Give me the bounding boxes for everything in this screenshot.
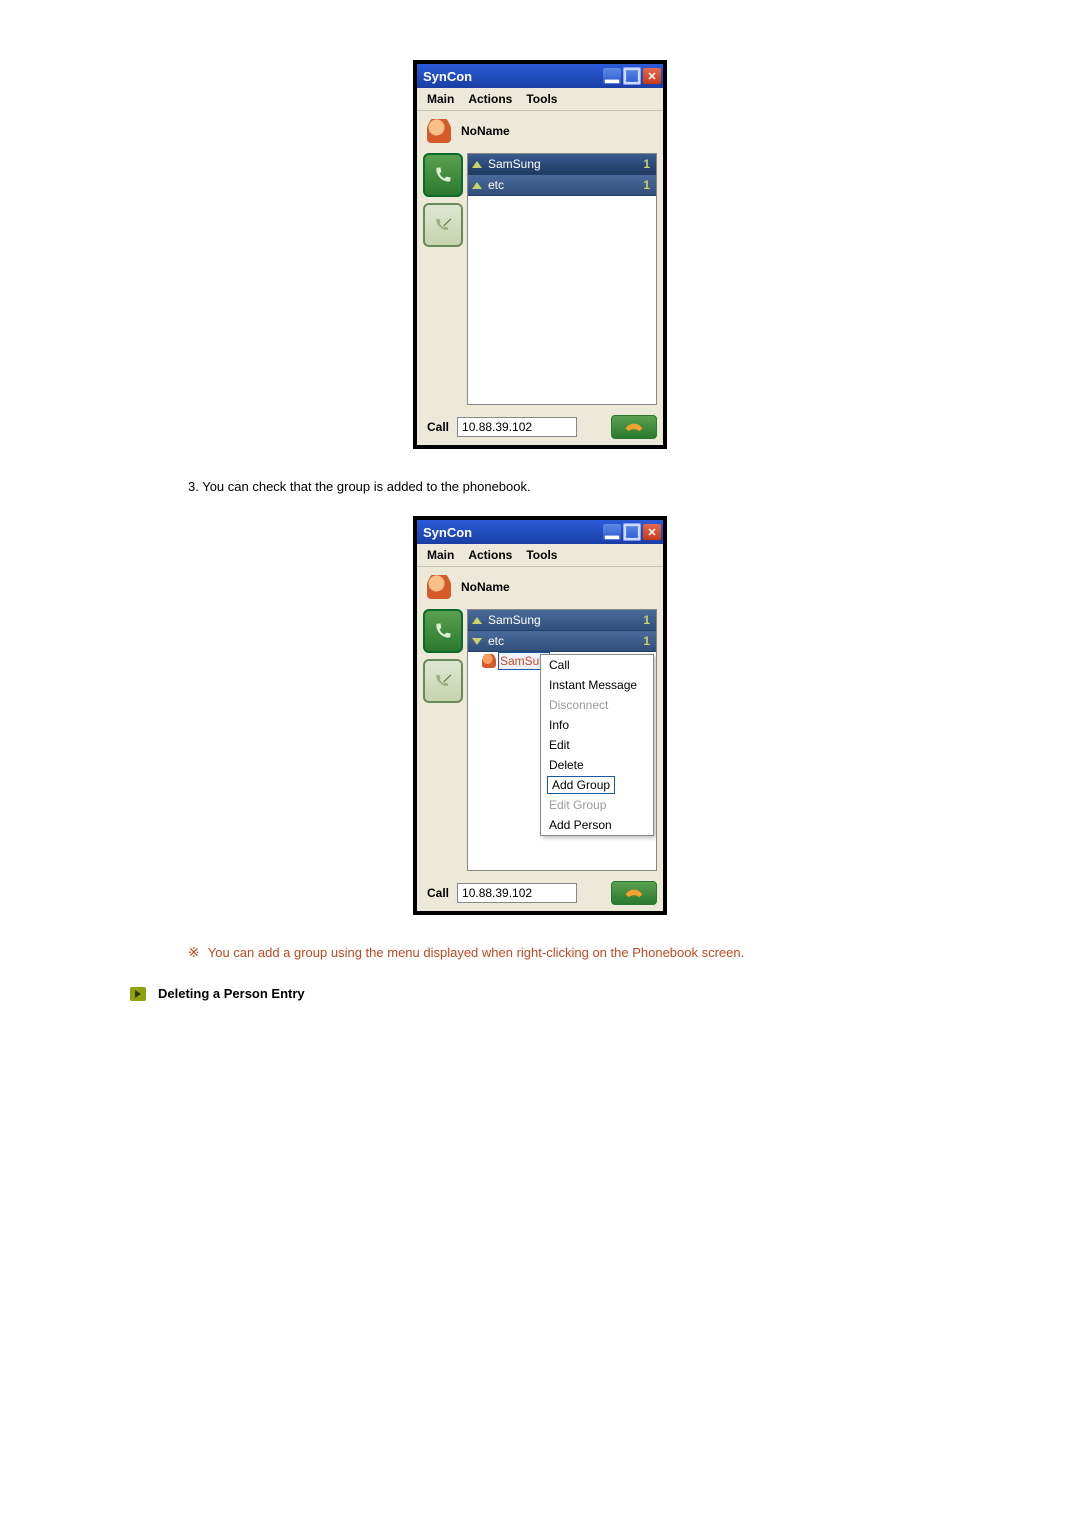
ctx-add-group[interactable]: Add Group xyxy=(547,776,615,794)
title-bar[interactable]: SynCon ✕ xyxy=(417,64,663,88)
chevron-up-icon xyxy=(472,182,482,189)
step-3-text: 3. You can check that the group is added… xyxy=(188,479,920,494)
menu-actions[interactable]: Actions xyxy=(468,92,512,106)
group-name: SamSung xyxy=(488,157,541,171)
handset-icon xyxy=(624,886,644,900)
group-row-etc[interactable]: etc 1 xyxy=(468,175,656,196)
chevron-up-icon xyxy=(472,161,482,168)
menu-actions[interactable]: Actions xyxy=(468,548,512,562)
menu-main[interactable]: Main xyxy=(427,92,454,106)
identity-row: NoName xyxy=(417,567,663,607)
menu-bar: Main Actions Tools xyxy=(417,88,663,111)
document-body-lower: ※ You can add a group using the menu dis… xyxy=(160,945,920,1001)
ctx-call[interactable]: Call xyxy=(541,655,653,675)
group-count: 1 xyxy=(643,178,650,192)
menu-bar: Main Actions Tools xyxy=(417,544,663,567)
menu-tools[interactable]: Tools xyxy=(526,548,557,562)
phone-pencil-icon xyxy=(433,671,453,691)
phonebook-panel[interactable]: SamSung 1 etc 1 xyxy=(467,153,657,405)
call-input[interactable] xyxy=(457,883,577,903)
syncon-window-1: SynCon ✕ Main Actions Tools NoName xyxy=(413,60,667,449)
ctx-delete[interactable]: Delete xyxy=(541,755,653,775)
chevron-up-icon xyxy=(472,617,482,624)
group-row-etc[interactable]: etc 1 xyxy=(468,631,656,652)
avatar-icon xyxy=(427,575,451,599)
ctx-edit[interactable]: Edit xyxy=(541,735,653,755)
tab-notes[interactable] xyxy=(423,659,463,703)
status-bar: Call xyxy=(417,411,663,445)
body-area: SamSung 1 etc 1 SamSung C xyxy=(417,607,663,877)
side-tabs xyxy=(423,607,463,877)
window-title: SynCon xyxy=(423,69,472,84)
group-count: 1 xyxy=(643,157,650,171)
note-text: You can add a group using the menu displ… xyxy=(208,945,745,960)
menu-tools[interactable]: Tools xyxy=(526,92,557,106)
call-label: Call xyxy=(427,420,449,434)
username-label: NoName xyxy=(461,580,510,594)
call-input[interactable] xyxy=(457,417,577,437)
minimize-button[interactable] xyxy=(603,524,621,540)
group-count: 1 xyxy=(643,634,650,648)
phone-icon xyxy=(433,165,453,185)
title-bar[interactable]: SynCon ✕ xyxy=(417,520,663,544)
window-controls: ✕ xyxy=(603,524,661,540)
menu-main[interactable]: Main xyxy=(427,548,454,562)
status-bar: Call xyxy=(417,877,663,911)
side-tabs xyxy=(423,151,463,411)
call-button[interactable] xyxy=(611,415,657,439)
body-area: SamSung 1 etc 1 xyxy=(417,151,663,411)
ctx-disconnect: Disconnect xyxy=(541,695,653,715)
syncon-window-2: SynCon ✕ Main Actions Tools NoName xyxy=(413,516,667,915)
tab-phonebook[interactable] xyxy=(423,609,463,653)
group-row-samsung[interactable]: SamSung 1 xyxy=(468,154,656,175)
avatar-icon xyxy=(427,119,451,143)
note-row: ※ You can add a group using the menu dis… xyxy=(188,945,920,960)
phone-icon xyxy=(433,621,453,641)
document-body: 3. You can check that the group is added… xyxy=(160,479,920,494)
contact-icon xyxy=(482,654,496,668)
call-label: Call xyxy=(427,886,449,900)
bullet-icon xyxy=(130,987,146,1001)
ctx-info[interactable]: Info xyxy=(541,715,653,735)
section-title: Deleting a Person Entry xyxy=(158,986,305,1001)
call-button[interactable] xyxy=(611,881,657,905)
group-count: 1 xyxy=(643,613,650,627)
group-name: SamSung xyxy=(488,613,541,627)
ctx-instant-message[interactable]: Instant Message xyxy=(541,675,653,695)
chevron-down-icon xyxy=(472,638,482,645)
ctx-edit-group: Edit Group xyxy=(541,795,653,815)
phone-pencil-icon xyxy=(433,215,453,235)
identity-row: NoName xyxy=(417,111,663,151)
group-name: etc xyxy=(488,178,504,192)
maximize-button[interactable] xyxy=(623,524,641,540)
username-label: NoName xyxy=(461,124,510,138)
window-title: SynCon xyxy=(423,525,472,540)
section-heading-row: Deleting a Person Entry xyxy=(130,986,920,1001)
phonebook-panel[interactable]: SamSung 1 etc 1 SamSung C xyxy=(467,609,657,871)
window-controls: ✕ xyxy=(603,68,661,84)
group-row-samsung[interactable]: SamSung 1 xyxy=(468,610,656,631)
note-asterisk-icon: ※ xyxy=(188,945,200,959)
tab-notes[interactable] xyxy=(423,203,463,247)
tab-phonebook[interactable] xyxy=(423,153,463,197)
minimize-button[interactable] xyxy=(603,68,621,84)
close-button[interactable]: ✕ xyxy=(643,524,661,540)
context-menu: Call Instant Message Disconnect Info Edi… xyxy=(540,654,654,836)
group-name: etc xyxy=(488,634,504,648)
close-button[interactable]: ✕ xyxy=(643,68,661,84)
handset-icon xyxy=(624,420,644,434)
ctx-add-person[interactable]: Add Person xyxy=(541,815,653,835)
maximize-button[interactable] xyxy=(623,68,641,84)
